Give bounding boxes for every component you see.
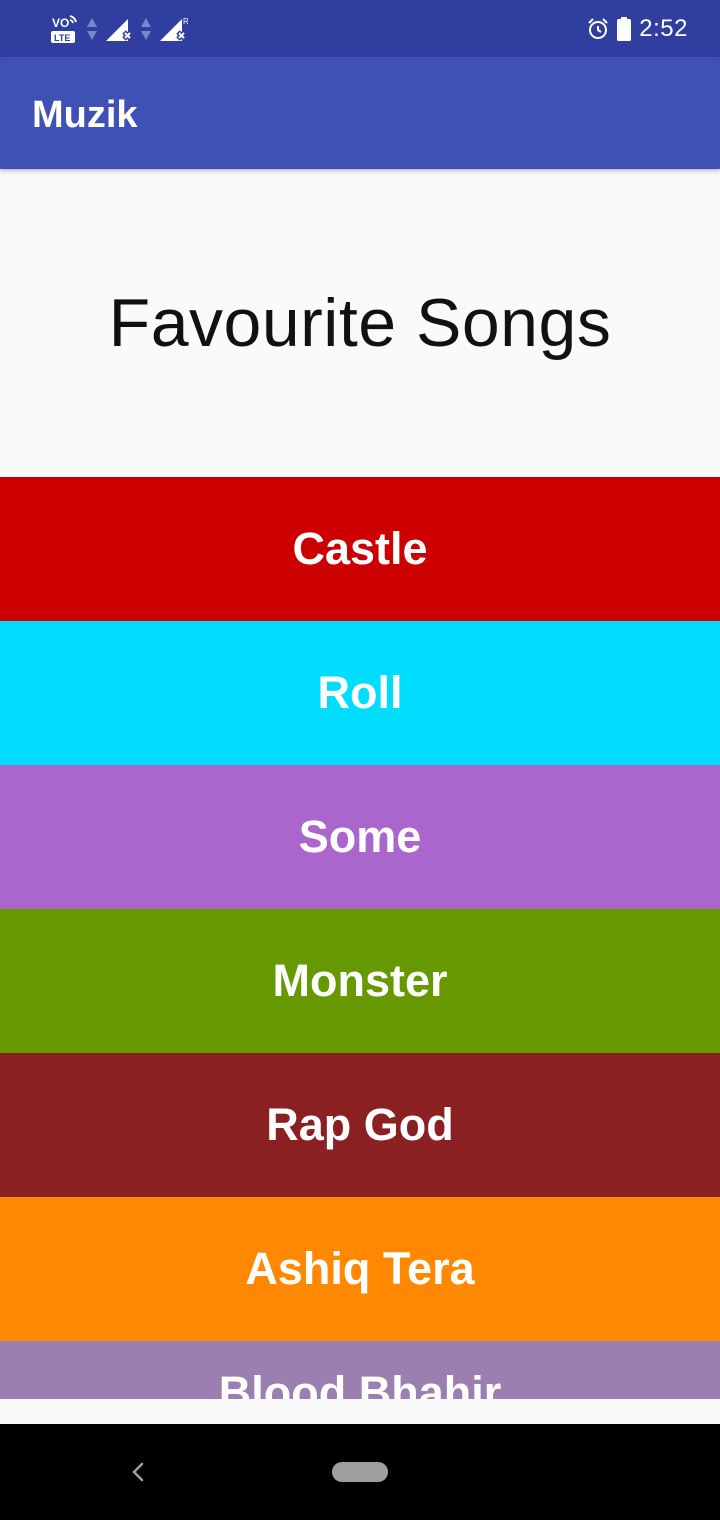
status-left-icons: VO LTE R	[50, 12, 188, 46]
signal-icon: R	[160, 17, 188, 41]
song-title: Rap God	[266, 1099, 454, 1150]
status-time: 2:52	[639, 15, 688, 42]
roaming-label: R	[183, 17, 188, 26]
page-title: Favourite Songs	[108, 285, 612, 361]
status-right-icons: 2:52	[587, 12, 688, 46]
song-title: Ashiq Tera	[245, 1243, 475, 1294]
song-item-castle[interactable]: Castle	[0, 477, 720, 621]
signal-icon	[106, 19, 133, 41]
song-title: Blood Bhahir	[218, 1367, 502, 1399]
song-item-some[interactable]: Some	[0, 765, 720, 909]
back-icon[interactable]	[124, 1454, 154, 1490]
page-header: Favourite Songs	[0, 169, 720, 477]
volte-label: VO	[52, 16, 69, 30]
status-bar: VO LTE R 2:52	[0, 0, 720, 57]
song-item-monster[interactable]: Monster	[0, 909, 720, 1053]
data-arrows-icon	[87, 18, 97, 40]
song-item-roll[interactable]: Roll	[0, 621, 720, 765]
battery-icon	[617, 17, 632, 41]
song-title: Castle	[292, 523, 428, 574]
volte-icon: VO LTE	[51, 15, 77, 43]
app-bar: Muzik	[0, 57, 720, 169]
song-title: Some	[298, 811, 422, 862]
data-arrows-icon	[141, 18, 151, 40]
song-item-ashiq-tera[interactable]: Ashiq Tera	[0, 1197, 720, 1341]
app-title: Muzik	[32, 94, 138, 136]
song-title: Roll	[317, 667, 403, 718]
song-title: Monster	[272, 955, 448, 1006]
alarm-icon	[588, 18, 608, 39]
song-list[interactable]: Castle Roll Some Monster Rap God Ashiq T…	[0, 477, 720, 1399]
song-item-blood-bhahir[interactable]: Blood Bhahir	[0, 1341, 720, 1399]
lte-label: LTE	[54, 33, 70, 43]
list-bottom-spacer	[0, 1399, 720, 1424]
home-pill-icon[interactable]	[332, 1462, 388, 1482]
song-item-rap-god[interactable]: Rap God	[0, 1053, 720, 1197]
